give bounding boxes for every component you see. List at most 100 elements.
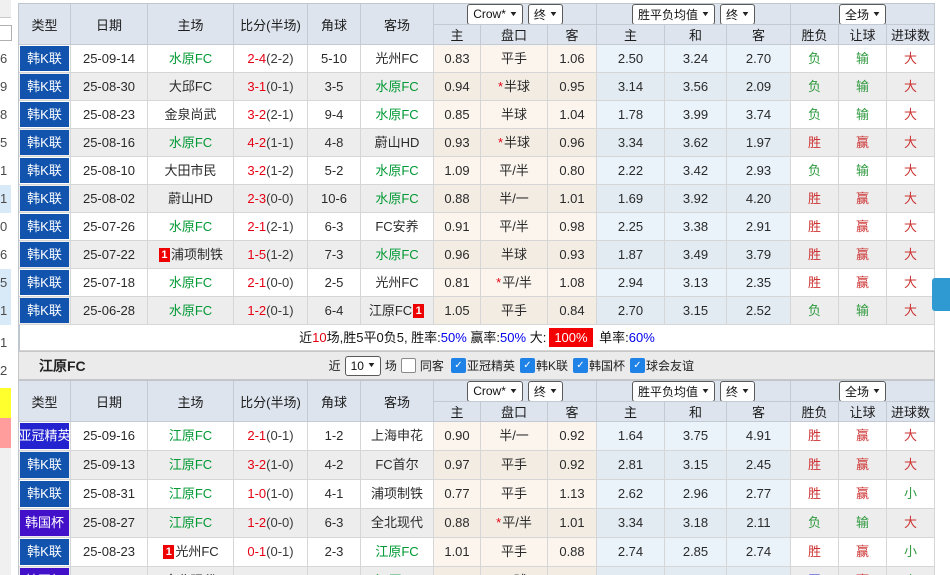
home-team[interactable]: 大田市民	[164, 163, 216, 178]
away-team[interactable]: 江原FC	[369, 303, 412, 318]
half-time-score: (2-1)	[266, 107, 293, 122]
home-team[interactable]: 浦项制铁	[171, 247, 223, 262]
league-badge[interactable]: 韩K联	[20, 242, 69, 267]
league-cell: 韩国杯	[19, 509, 71, 538]
home-team[interactable]: 水原FC	[169, 135, 212, 150]
score-cell[interactable]: 3-1(0-1)	[234, 73, 308, 101]
away-team-cell: 江原FC	[361, 538, 434, 567]
score-cell[interactable]: 3-2(1-2)	[234, 157, 308, 185]
result-handicap: 输	[839, 101, 887, 129]
league-filter-label: 亚冠精英	[467, 357, 515, 374]
asian-away-odds: 0.93	[548, 241, 597, 269]
score-cell[interactable]: 1-0(1-0)	[234, 480, 308, 509]
league-filter-checkbox[interactable]: ✓	[573, 358, 588, 373]
league-badge[interactable]: 韩K联	[20, 270, 69, 295]
score-cell[interactable]: 3-2(2-1)	[234, 101, 308, 129]
league-badge[interactable]: 韩K联	[20, 186, 69, 211]
league-badge[interactable]: 亚冠精英	[20, 423, 69, 449]
match-count-select[interactable]: 10▼	[345, 356, 381, 376]
asian-away-odds: 1.08	[548, 269, 597, 297]
odds-company-select[interactable]: Crow*▼	[467, 381, 523, 402]
away-team[interactable]: 浦项制铁	[371, 486, 423, 501]
home-team[interactable]: 水原FC	[169, 219, 212, 234]
league-badge[interactable]: 韩K联	[20, 481, 69, 507]
euro-avg-select[interactable]: 胜平负均值▼	[632, 4, 715, 25]
score-cell[interactable]: 4-2(1-1)	[234, 129, 308, 157]
score-cell[interactable]: 2-1(0-0)	[234, 269, 308, 297]
match-date: 25-09-13	[71, 451, 148, 480]
away-team[interactable]: 蔚山HD	[375, 135, 420, 150]
table-row: 韩K联 25-08-16 水原FC 4-2(1-1) 4-8 蔚山HD 0.93…	[19, 129, 935, 157]
score-cell[interactable]: 1-1(0-0)	[234, 567, 308, 575]
league-badge[interactable]: 韩K联	[20, 102, 69, 127]
subcol-win-lose: 胜负	[791, 402, 839, 422]
score-cell[interactable]: 2-1(0-1)	[234, 422, 308, 451]
away-team[interactable]: 上海申花	[371, 428, 423, 443]
away-team[interactable]: 水原FC	[375, 191, 418, 206]
score-cell[interactable]: 2-4(2-2)	[234, 45, 308, 73]
league-badge[interactable]: 韩K联	[20, 130, 69, 155]
league-filter-checkbox[interactable]: ✓	[451, 358, 466, 373]
home-team[interactable]: 金泉尚武	[164, 107, 216, 122]
asian-away-odds: 0.92	[548, 422, 597, 451]
away-team[interactable]: 江原FC	[375, 544, 418, 559]
away-team[interactable]: 水原FC	[375, 247, 418, 262]
half-time-score: (1-0)	[266, 457, 293, 472]
home-team[interactable]: 江原FC	[169, 457, 212, 472]
asian-home-odds: 0.97	[434, 451, 481, 480]
home-team[interactable]: 江原FC	[169, 428, 212, 443]
league-badge[interactable]: 韩K联	[20, 74, 69, 99]
league-badge[interactable]: 韩K联	[20, 214, 69, 239]
league-badge[interactable]: 韩K联	[20, 158, 69, 183]
away-team[interactable]: 全北现代	[371, 515, 423, 530]
home-team[interactable]: 江原FC	[169, 515, 212, 530]
odds-stage-value: 终	[534, 6, 546, 23]
away-team[interactable]: FC安养	[375, 219, 418, 234]
home-team[interactable]: 光州FC	[175, 544, 218, 559]
score-cell[interactable]: 1-5(1-2)	[234, 241, 308, 269]
score-cell[interactable]: 2-3(0-0)	[234, 185, 308, 213]
score-cell[interactable]: 3-2(1-0)	[234, 451, 308, 480]
league-badge[interactable]: 韩K联	[20, 298, 69, 323]
asian-home-odds: 0.81	[434, 269, 481, 297]
odds-company-select[interactable]: Crow*▼	[467, 4, 523, 25]
score-cell[interactable]: 1-2(0-1)	[234, 297, 308, 325]
score-cell[interactable]: 0-1(0-1)	[234, 538, 308, 567]
league-badge[interactable]: 韩K联	[20, 46, 69, 71]
league-badge[interactable]: 韩国杯	[20, 568, 69, 575]
euro-stage-select[interactable]: 终▼	[720, 381, 755, 402]
league-filter-checkbox[interactable]: ✓	[520, 358, 535, 373]
odds-stage-select[interactable]: 终▼	[528, 381, 563, 402]
league-badge[interactable]: 韩国杯	[20, 510, 69, 536]
score-cell[interactable]: 2-1(2-1)	[234, 213, 308, 241]
floating-side-button[interactable]	[932, 278, 950, 311]
same-away-checkbox[interactable]	[401, 358, 416, 373]
euro-away-odds: 2.74	[727, 538, 791, 567]
euro-avg-select[interactable]: 胜平负均值▼	[632, 381, 715, 402]
scope-select[interactable]: 全场▼	[839, 381, 886, 402]
away-team[interactable]: 水原FC	[375, 163, 418, 178]
league-badge[interactable]: 韩K联	[20, 539, 69, 565]
home-team[interactable]: 大邱FC	[169, 79, 212, 94]
away-team[interactable]: 光州FC	[375, 275, 418, 290]
league-filter-checkbox[interactable]: ✓	[630, 358, 645, 373]
euro-stage-select[interactable]: 终▼	[720, 4, 755, 25]
scope-select[interactable]: 全场▼	[839, 4, 886, 25]
subcol-goals: 进球数	[887, 402, 935, 422]
home-team-cell: 江原FC	[148, 422, 234, 451]
away-team[interactable]: 水原FC	[375, 107, 418, 122]
away-team[interactable]: FC首尔	[375, 457, 418, 472]
home-team[interactable]: 水原FC	[169, 275, 212, 290]
home-team[interactable]: 水原FC	[169, 51, 212, 66]
clipped-digit: 1	[0, 329, 11, 357]
away-team[interactable]: 光州FC	[375, 51, 418, 66]
home-team[interactable]: 江原FC	[169, 486, 212, 501]
odds-stage-select[interactable]: 终▼	[528, 4, 563, 25]
league-badge[interactable]: 韩K联	[20, 452, 69, 478]
score-cell[interactable]: 1-2(0-0)	[234, 509, 308, 538]
home-team-cell: 水原FC	[148, 45, 234, 73]
home-team[interactable]: 蔚山HD	[168, 191, 213, 206]
away-team[interactable]: 水原FC	[375, 79, 418, 94]
home-team[interactable]: 水原FC	[169, 303, 212, 318]
match-date: 25-07-26	[71, 213, 148, 241]
